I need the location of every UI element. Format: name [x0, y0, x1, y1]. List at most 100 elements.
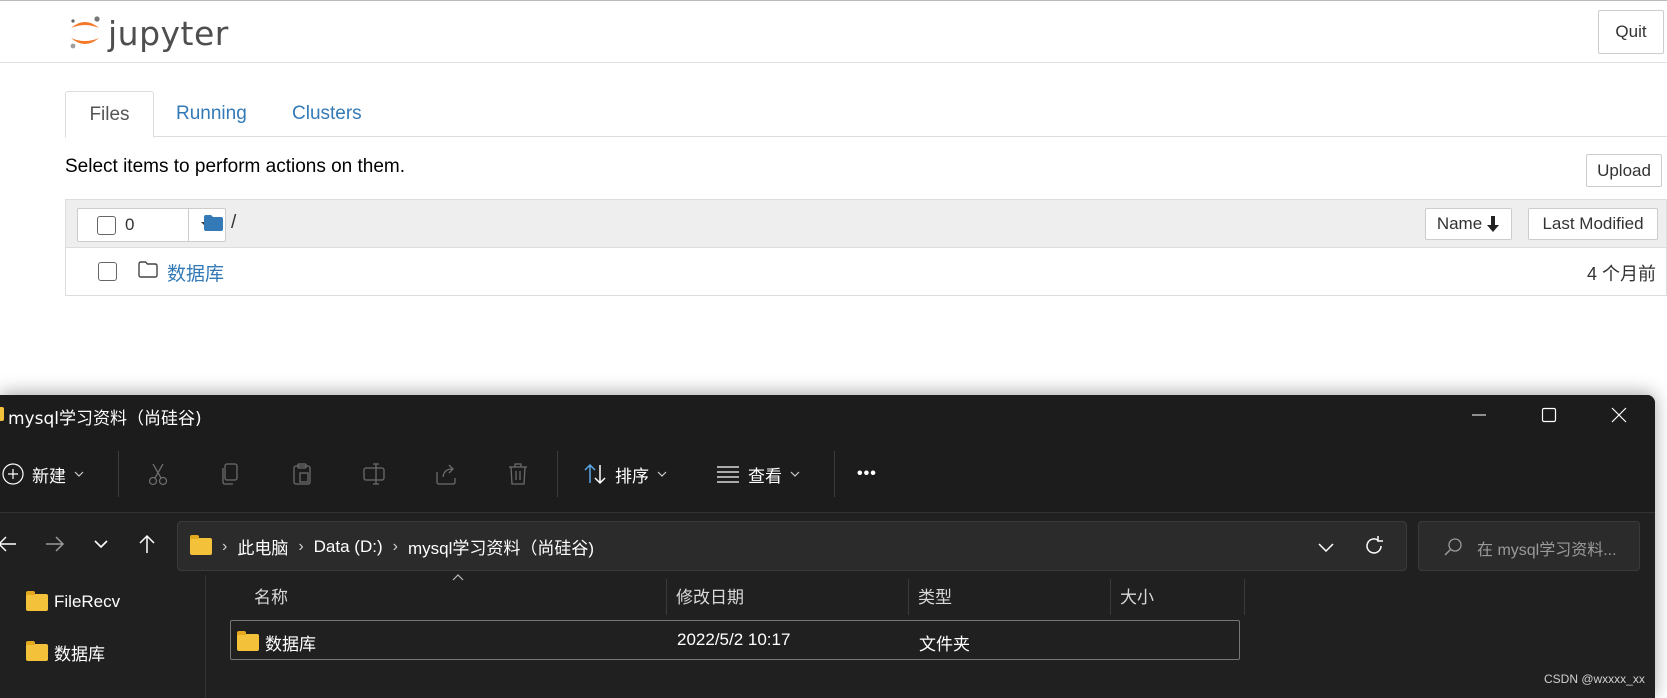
sort-label: 排序 — [615, 466, 649, 486]
view-list-icon — [717, 466, 739, 483]
address-history-button[interactable] — [1318, 539, 1334, 557]
folder-icon — [190, 535, 212, 555]
table-row[interactable]: 数据库 2022/5/2 10:17 文件夹 — [230, 620, 1240, 660]
search-input[interactable]: 在 mysql学习资料... — [1418, 521, 1640, 571]
more-options-button[interactable]: ••• — [857, 457, 877, 491]
paste-button[interactable] — [287, 459, 317, 489]
cut-button[interactable] — [143, 459, 173, 489]
folder-icon — [26, 590, 48, 611]
new-button[interactable]: 新建 — [2, 457, 84, 491]
watermark: CSDN @wxxxx_xx — [1544, 672, 1645, 686]
nav-item-database[interactable]: 数据库 — [26, 640, 105, 665]
forward-button[interactable] — [40, 529, 70, 559]
crumb-this-pc[interactable]: 此电脑 — [237, 534, 288, 559]
close-button[interactable] — [1584, 395, 1654, 435]
refresh-icon — [1366, 536, 1383, 554]
back-button[interactable] — [0, 529, 22, 559]
explorer-address-bar: › 此电脑 › Data (D:) › mysql学习资料（尚硅谷) 在 mys… — [0, 513, 1655, 575]
nav-item-filerecv[interactable]: FileRecv — [26, 590, 121, 612]
chevron-down-icon — [1318, 543, 1334, 553]
chevron-right-icon[interactable]: › — [393, 538, 398, 556]
jupyter-header: jupyter Quit — [0, 0, 1667, 63]
selection-hint: Select items to perform actions on them. — [65, 156, 406, 177]
file-list-header: 0 / Name Last Modified — [65, 199, 1667, 248]
share-icon — [436, 464, 456, 485]
file-explorer-window: mysql学习资料（尚硅谷) 新建 排序 查看 ••• › 此电脑 › Data… — [0, 395, 1655, 698]
arrow-right-icon — [46, 536, 65, 552]
rename-button[interactable] — [359, 459, 389, 489]
folder-icon[interactable] — [204, 215, 223, 231]
refresh-button[interactable] — [1363, 535, 1385, 562]
folder-icon — [26, 641, 48, 661]
column-divider[interactable] — [908, 579, 909, 615]
breadcrumb-root[interactable]: / — [231, 212, 236, 234]
row-checkbox[interactable] — [98, 262, 117, 281]
delete-button[interactable] — [503, 459, 533, 489]
sort-arrows-icon — [584, 463, 606, 485]
jupyter-logo[interactable]: jupyter — [68, 9, 229, 57]
explorer-title-bar[interactable]: mysql学习资料（尚硅谷) — [0, 395, 1655, 435]
copy-button[interactable] — [215, 459, 245, 489]
folder-outline-icon — [138, 261, 158, 278]
explorer-command-bar: 新建 排序 查看 ••• — [0, 435, 1655, 513]
column-header-type[interactable]: 类型 — [918, 575, 952, 615]
quit-button[interactable]: Quit — [1598, 10, 1664, 54]
sort-by-modified-button[interactable]: Last Modified — [1528, 208, 1658, 240]
sort-by-name-button[interactable]: Name — [1425, 208, 1512, 240]
navigation-pane: FileRecv 数据库 — [0, 575, 206, 698]
clipboard-icon — [293, 463, 311, 485]
toolbar-divider — [118, 451, 119, 497]
column-header-size[interactable]: 大小 — [1120, 575, 1154, 615]
plus-circle-icon — [2, 463, 24, 485]
tab-running[interactable]: Running — [176, 91, 247, 137]
chevron-down-icon — [657, 471, 667, 477]
tab-clusters[interactable]: Clusters — [292, 91, 362, 137]
select-all-checkbox[interactable] — [97, 215, 116, 235]
column-divider[interactable] — [1244, 579, 1245, 615]
minimize-button[interactable] — [1444, 395, 1514, 435]
up-button[interactable] — [132, 529, 162, 559]
jupyter-logo-icon — [70, 16, 100, 49]
nav-item-label: 数据库 — [54, 645, 105, 664]
column-divider[interactable] — [1110, 579, 1111, 615]
file-name: 数据库 — [265, 635, 316, 654]
maximize-icon — [1541, 407, 1557, 423]
crumb-data-drive[interactable]: Data (D:) — [314, 537, 383, 557]
upload-button[interactable]: Upload — [1586, 154, 1662, 187]
chevron-right-icon[interactable]: › — [298, 538, 303, 556]
selected-count: 0 — [125, 215, 135, 234]
crumb-current-folder[interactable]: mysql学习资料（尚硅谷) — [408, 534, 594, 559]
new-label: 新建 — [32, 466, 66, 486]
arrow-up-icon — [139, 534, 155, 553]
search-icon — [1444, 538, 1462, 556]
maximize-button[interactable] — [1514, 395, 1584, 435]
recent-locations-button[interactable] — [86, 529, 116, 559]
column-divider[interactable] — [666, 579, 667, 615]
chevron-down-icon — [94, 540, 108, 549]
sort-button[interactable]: 排序 — [583, 457, 667, 491]
share-button[interactable] — [431, 459, 461, 489]
row-modified: 4 个月前 — [1586, 264, 1656, 284]
rename-icon — [363, 463, 385, 485]
folder-icon — [237, 631, 259, 651]
view-button[interactable]: 查看 — [716, 457, 800, 491]
arrow-down-icon — [1487, 216, 1500, 232]
file-type: 文件夹 — [919, 635, 970, 654]
scissors-icon — [148, 463, 168, 486]
minimize-icon — [1472, 414, 1486, 416]
tab-files[interactable]: Files — [65, 91, 154, 138]
address-breadcrumb: › 此电脑 › Data (D:) › mysql学习资料（尚硅谷) — [190, 534, 594, 559]
address-input[interactable]: › 此电脑 › Data (D:) › mysql学习资料（尚硅谷) — [177, 521, 1407, 571]
chevron-down-icon — [790, 471, 800, 477]
jupyter-logo-text: jupyter — [108, 13, 229, 53]
list-item[interactable]: 数据库 4 个月前 — [65, 248, 1667, 296]
copy-icon — [222, 463, 238, 485]
nav-item-label: FileRecv — [54, 592, 121, 611]
select-all-group[interactable]: 0 — [77, 208, 189, 242]
sort-ascending-icon — [452, 574, 464, 581]
column-header-modified[interactable]: 修改日期 — [676, 575, 744, 615]
explorer-body: FileRecv 数据库 名称 修改日期 类型 大小 数据库 2022/5/2 … — [0, 574, 1655, 698]
row-name-link[interactable]: 数据库 — [167, 259, 224, 286]
column-header-name[interactable]: 名称 — [254, 575, 288, 615]
file-modified: 2022/5/2 10:17 — [677, 630, 791, 649]
